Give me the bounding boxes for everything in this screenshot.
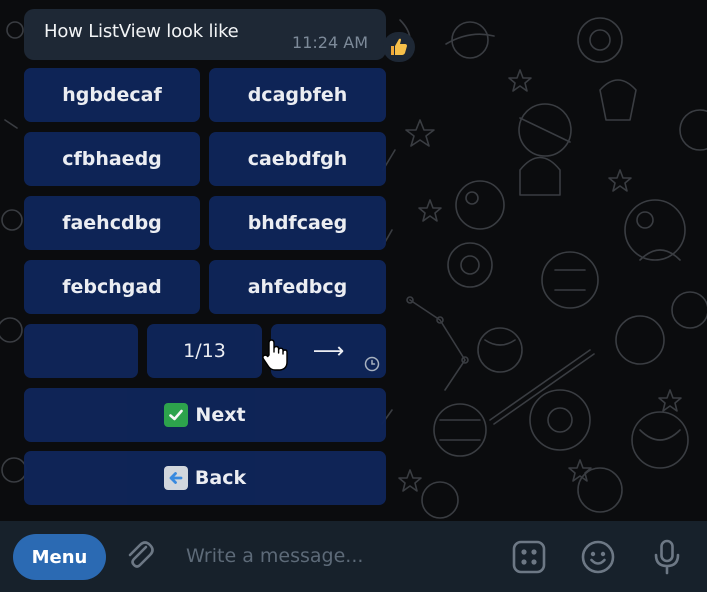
keyboard-button-r1c1[interactable]: hgbdecaf	[24, 68, 200, 122]
keyboard-button-label: dcagbfeh	[247, 84, 348, 106]
message-time: 11:24 AM	[292, 33, 368, 52]
reaction-badge[interactable]	[383, 32, 415, 62]
keyboard-button-r3c1[interactable]: faehcdbg	[24, 196, 200, 250]
message-bubble: How ListView look like 11:24 AM	[24, 9, 386, 60]
keyboard-button-label: bhdfcaeg	[247, 212, 348, 234]
keyboard-button-r2c1[interactable]: cfbhaedg	[24, 132, 200, 186]
keyboard-button-r3c2[interactable]: bhdfcaeg	[209, 196, 386, 250]
keyboard-button-r4c1[interactable]: febchgad	[24, 260, 200, 314]
back-button-label: Back	[194, 467, 247, 489]
pager-prev-button[interactable]	[24, 324, 138, 378]
keyboard-button-label: hgbdecaf	[62, 84, 162, 106]
pager-page-button[interactable]: 1/13	[147, 324, 262, 378]
clock-icon	[364, 356, 380, 372]
keyboard-button-label: faehcdbg	[62, 212, 162, 234]
pager-next-label: ⟶	[312, 338, 345, 364]
keyboard-button-r2c2[interactable]: caebdfgh	[209, 132, 386, 186]
keyboard-button-r4c2[interactable]: ahfedbcg	[209, 260, 386, 314]
keyboard-button-label: cfbhaedg	[62, 148, 162, 170]
menu-button[interactable]: Menu	[13, 534, 106, 580]
attach-icon[interactable]	[122, 538, 158, 574]
bot-commands-icon[interactable]	[511, 539, 547, 575]
check-mark-icon	[164, 403, 189, 427]
back-button[interactable]: Back	[24, 451, 386, 505]
thumbs-up-icon	[391, 38, 407, 55]
keyboard-button-label: febchgad	[62, 276, 162, 298]
microphone-icon[interactable]	[651, 538, 683, 576]
pager-page-label: 1/13	[183, 340, 226, 362]
keyboard-button-label: caebdfgh	[247, 148, 348, 170]
message-text: How ListView look like	[44, 21, 239, 42]
hand-cursor-icon	[262, 339, 288, 371]
keyboard-button-r1c2[interactable]: dcagbfeh	[209, 68, 386, 122]
emoji-icon[interactable]	[580, 539, 616, 575]
keyboard-button-label: ahfedbcg	[247, 276, 348, 298]
message-input[interactable]: Write a message...	[186, 545, 363, 567]
menu-button-label: Menu	[31, 546, 88, 568]
next-button-label: Next	[195, 404, 246, 426]
next-button[interactable]: Next	[24, 388, 386, 442]
left-arrow-icon	[163, 466, 188, 490]
